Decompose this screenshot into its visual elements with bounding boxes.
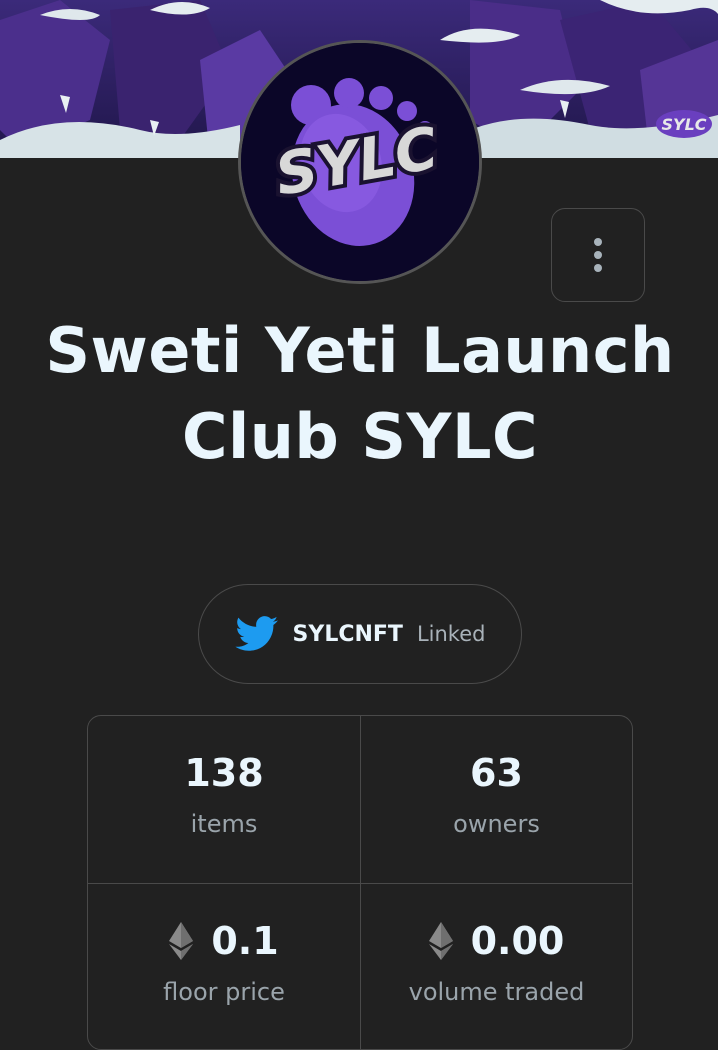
- twitter-icon: [234, 616, 278, 651]
- collection-title: Sweti Yeti Launch Club SYLC: [45, 314, 675, 473]
- owners-count: 63: [470, 751, 523, 795]
- floor-price-value: 0.1: [211, 919, 279, 963]
- ethereum-icon: [428, 922, 453, 960]
- stat-floor-price: 0.1 floor price: [88, 883, 360, 1049]
- stat-volume-traded: 0.00 volume traded: [360, 883, 632, 1049]
- stat-owners: 63 owners: [360, 716, 632, 883]
- more-options-button[interactable]: [551, 208, 645, 302]
- more-vertical-icon: [594, 238, 602, 272]
- items-count: 138: [184, 751, 264, 795]
- floor-price-label: floor price: [163, 978, 285, 1006]
- twitter-link-button[interactable]: SYLCNFT Linked: [198, 584, 522, 684]
- stat-items: 138 items: [88, 716, 360, 883]
- collection-stats: 138 items 63 owners 0.1 floor price 0.00…: [87, 715, 633, 1050]
- svg-text:SYLC: SYLC: [661, 115, 706, 134]
- twitter-linked-status: Linked: [416, 622, 486, 646]
- volume-traded-value: 0.00: [470, 919, 565, 963]
- twitter-handle: SYLCNFT: [292, 621, 403, 647]
- volume-traded-label: volume traded: [408, 978, 585, 1006]
- ethereum-icon: [169, 922, 194, 960]
- owners-label: owners: [453, 810, 540, 838]
- collection-avatar: SYLC SYLC: [238, 40, 482, 284]
- items-label: items: [190, 810, 258, 838]
